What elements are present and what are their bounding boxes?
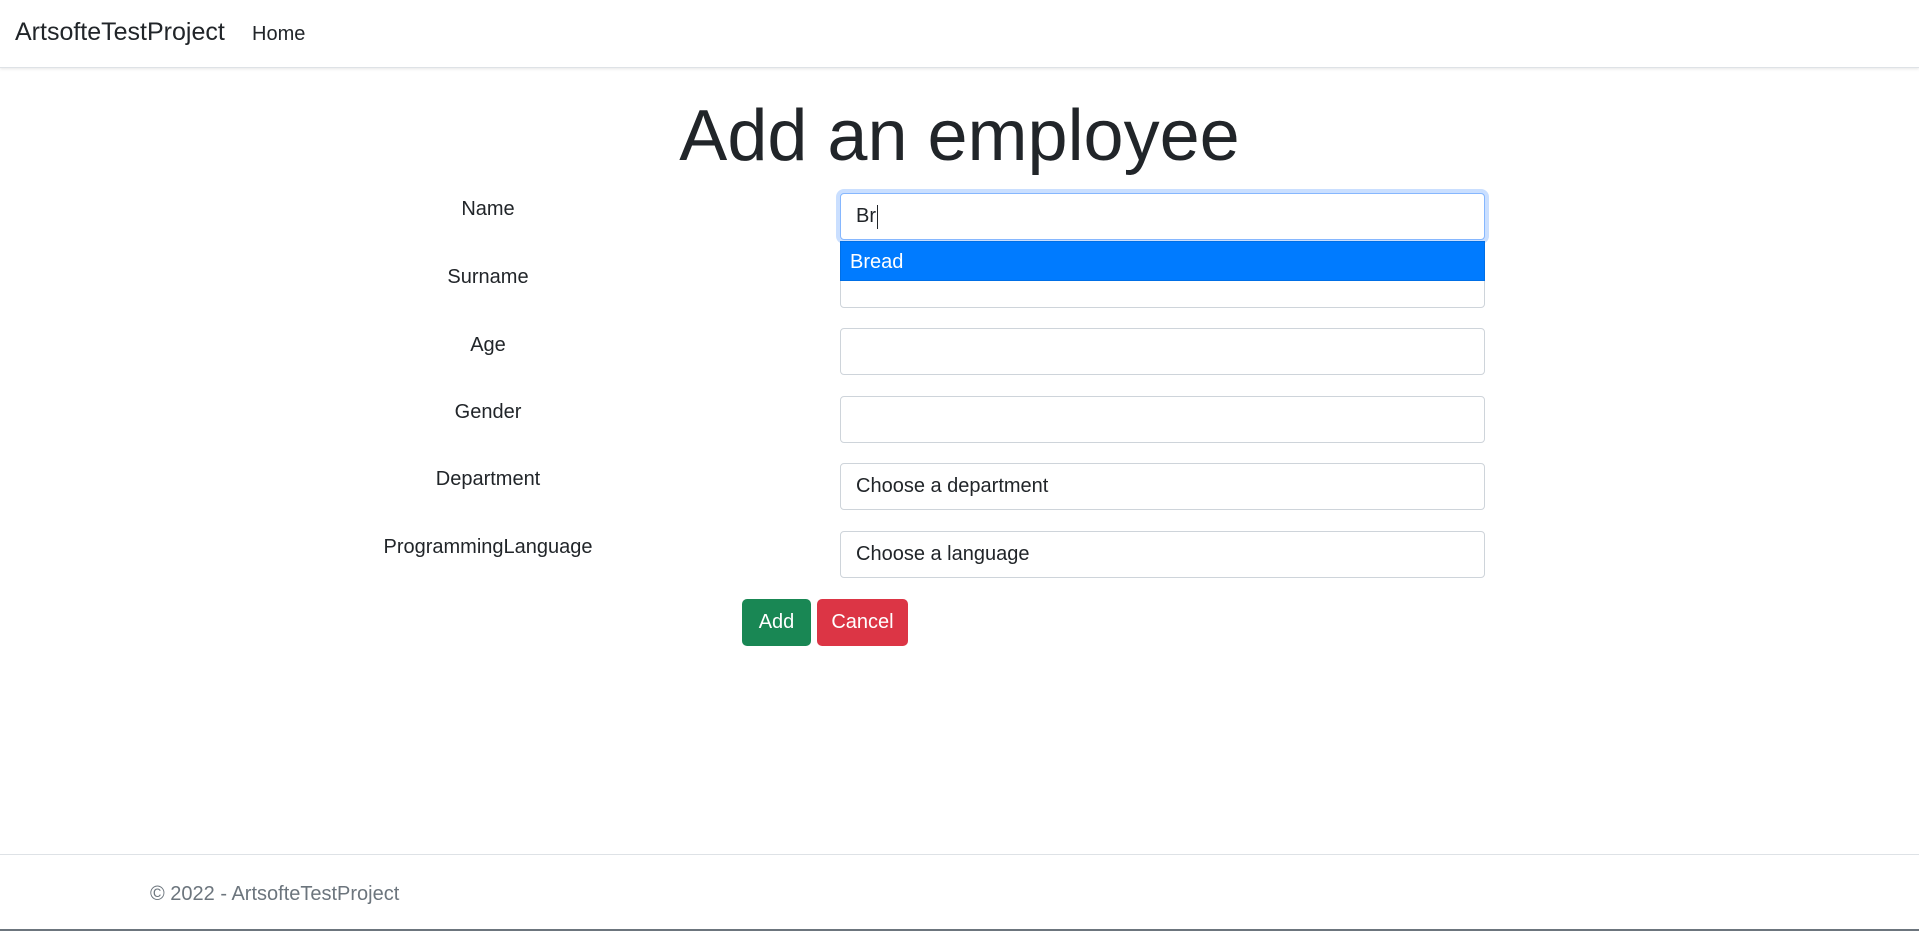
gender-label: Gender [454,401,522,423]
name-input[interactable]: Br [840,193,1485,240]
gender-input[interactable] [840,396,1485,443]
autocomplete-suggestion[interactable]: Bread [840,241,1485,281]
age-input[interactable] [840,328,1485,375]
department-select[interactable]: Choose a department [840,463,1485,510]
age-label: Age [470,334,506,356]
footer-copyright: © 2022 - ArtsofteTestProject [150,883,400,905]
page-title: Add an employee [679,96,1240,176]
footer: © 2022 - ArtsofteTestProject [0,854,1919,932]
top-navbar: ArtsofteTestProject Home [0,0,1919,68]
text-caret [877,204,878,229]
name-input-value: Br [856,205,876,227]
cancel-button[interactable]: Cancel [817,599,908,646]
add-button[interactable]: Add [742,599,811,646]
nav-link-home[interactable]: Home [252,23,305,46]
surname-label: Surname [447,266,529,288]
programming-language-label: ProgrammingLanguage [383,536,593,558]
department-label: Department [435,468,541,490]
name-label: Name [461,198,515,220]
programming-language-select[interactable]: Choose a language [840,531,1485,578]
brand-link[interactable]: ArtsofteTestProject [15,18,225,47]
